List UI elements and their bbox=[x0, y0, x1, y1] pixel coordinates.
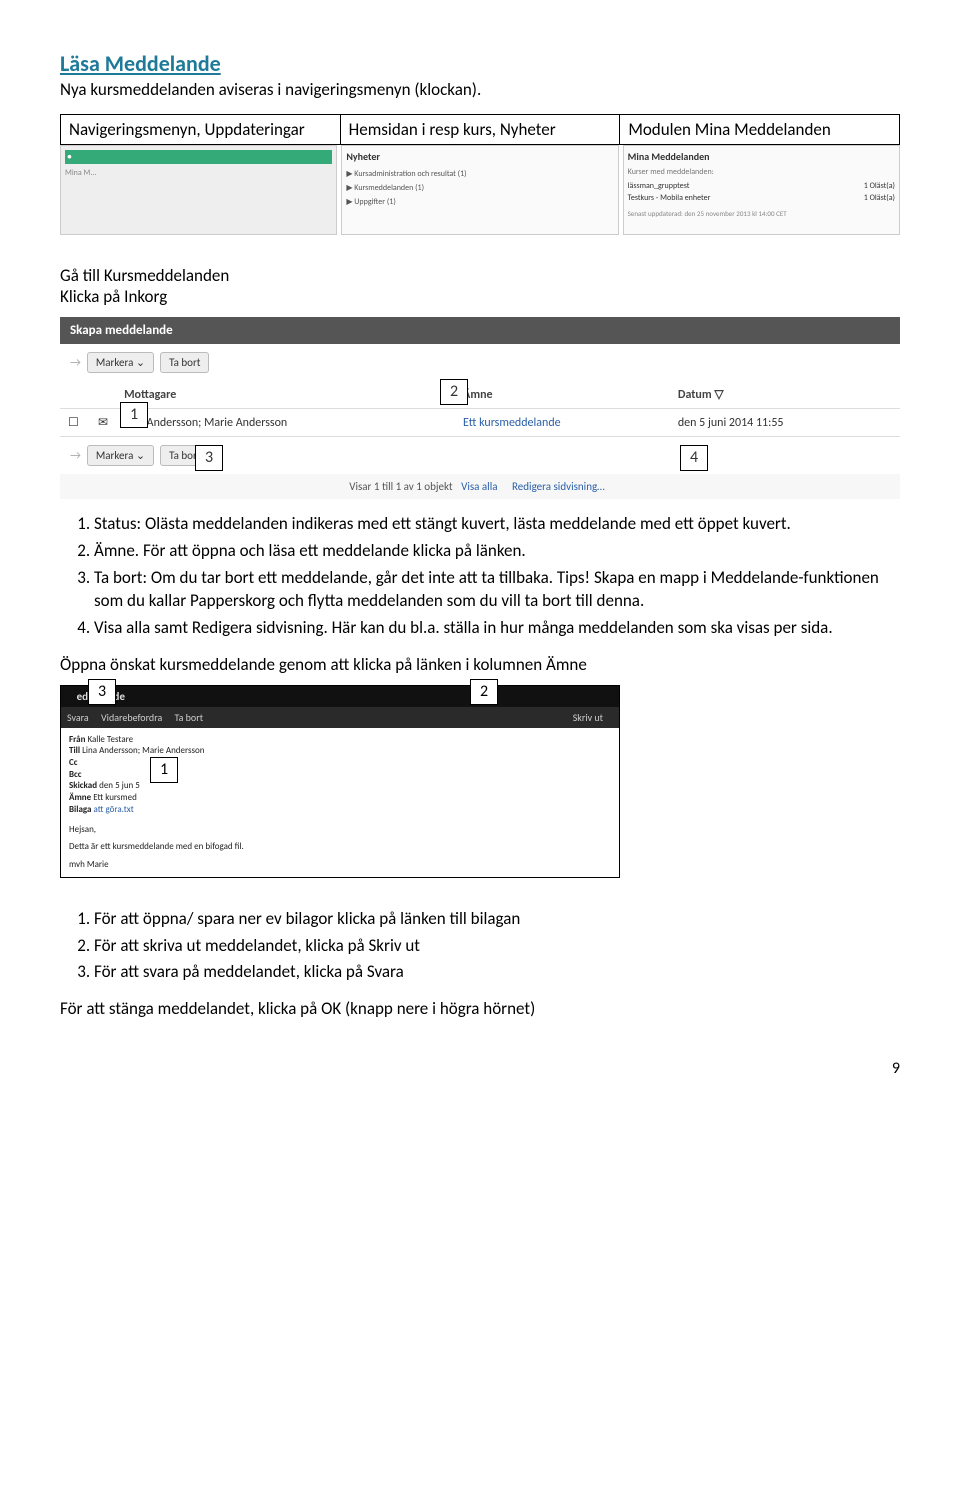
table-row[interactable]: ☐✉ Lina Andersson; Marie Andersson Ett k… bbox=[60, 409, 900, 437]
list-item: Visa alla samt Redigera sidvisning. Här … bbox=[94, 617, 900, 640]
tabort-button[interactable]: Ta bort bbox=[160, 352, 209, 373]
thumb-nyheter: Nyheter ▶ Kursadministration och resulta… bbox=[341, 145, 618, 235]
klicka-text: Klicka på Inkorg bbox=[60, 286, 900, 307]
close-instruction: För att stänga meddelandet, klicka på OK… bbox=[60, 998, 900, 1019]
callout-2: 2 bbox=[440, 379, 468, 405]
tabort-button-3[interactable]: Ta bort bbox=[175, 711, 204, 724]
th-amne: Ämne bbox=[455, 381, 670, 409]
callout2-2: 2 bbox=[470, 679, 498, 705]
page-title: Läsa Meddelande bbox=[60, 50, 900, 77]
list-item: För att skriva ut meddelandet, klicka på… bbox=[94, 935, 900, 958]
create-message-bar[interactable]: Skapa meddelande bbox=[60, 317, 900, 344]
markera-button-2[interactable]: Markera ⌄ bbox=[87, 445, 154, 466]
inbox-screenshot: Skapa meddelande → Markera ⌄ Ta bort Mot… bbox=[60, 317, 900, 499]
intro-text: Nya kursmeddelanden aviseras i navigerin… bbox=[60, 79, 900, 100]
thumb-mina-meddelanden: Mina Meddelanden Kurser med meddelanden:… bbox=[623, 145, 900, 235]
list-item: För att öppna/ spara ner ev bilagor klic… bbox=[94, 908, 900, 931]
list-item: Status: Olästa meddelanden indikeras med… bbox=[94, 513, 900, 536]
goto-text: Gå till Kursmeddelanden bbox=[60, 265, 900, 286]
callout-3: 3 bbox=[195, 445, 223, 471]
redigera-link[interactable]: Redigera sidvisning… bbox=[512, 480, 605, 493]
callout2-1: 1 bbox=[150, 757, 178, 783]
list-item: För att svara på meddelandet, klicka på … bbox=[94, 961, 900, 984]
attachment-link[interactable]: att göra.txt bbox=[94, 804, 134, 815]
callout-4: 4 bbox=[680, 445, 708, 471]
list-item: Ta bort: Om du tar bort ett meddelande, … bbox=[94, 567, 900, 613]
open-instruction: Öppna önskat kursmeddelande genom att kl… bbox=[60, 654, 900, 675]
markera-button[interactable]: Markera ⌄ bbox=[87, 352, 154, 373]
col-c: Modulen Mina Meddelanden bbox=[620, 115, 900, 145]
callout-1: 1 bbox=[120, 402, 148, 428]
numbered-list-1: Status: Olästa meddelanden indikeras med… bbox=[60, 513, 900, 640]
list-item: Ämne. För att öppna och läsa ett meddela… bbox=[94, 540, 900, 563]
visa-alla-link[interactable]: Visa alla bbox=[461, 480, 497, 493]
page-number: 9 bbox=[60, 1059, 900, 1078]
th-datum: Datum ▽ bbox=[670, 381, 900, 409]
numbered-list-2: För att öppna/ spara ner ev bilagor klic… bbox=[60, 908, 900, 985]
callout2-3: 3 bbox=[88, 679, 116, 705]
th-mottagare: Mottagare bbox=[116, 381, 455, 409]
three-col-table: Navigeringsmenyn, Uppdateringar Hemsidan… bbox=[60, 114, 900, 145]
vidare-button[interactable]: Vidarebefordra bbox=[101, 711, 162, 724]
thumbnail-row: ● Mina M... Nyheter ▶ Kursadministration… bbox=[60, 145, 900, 235]
count-text: Visar 1 till 1 av 1 objekt bbox=[349, 480, 452, 493]
col-a: Navigeringsmenyn, Uppdateringar bbox=[61, 115, 341, 145]
subject-link[interactable]: Ett kursmeddelande bbox=[455, 409, 670, 437]
skrivut-button[interactable]: Skriv ut bbox=[573, 711, 603, 724]
col-b: Hemsidan i resp kurs, Nyheter bbox=[340, 115, 620, 145]
message-detail-screenshot: Meddelande Svara Vidarebefordra Ta bort … bbox=[60, 685, 620, 878]
svara-button[interactable]: Svara bbox=[67, 711, 89, 724]
thumb-nav: ● Mina M... bbox=[60, 145, 337, 235]
